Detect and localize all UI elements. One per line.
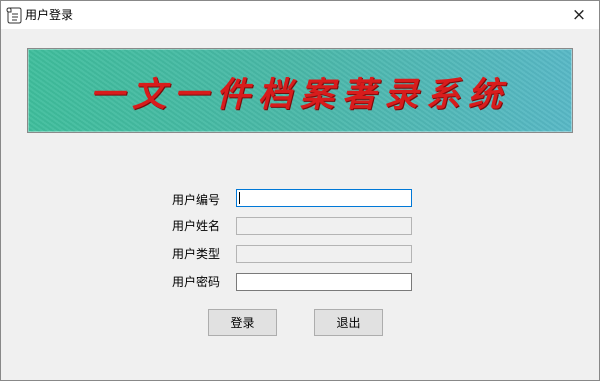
user-name-input[interactable] (236, 217, 412, 235)
system-banner: 一文一件档案著录系统 (27, 48, 573, 133)
scroll-icon (6, 6, 22, 24)
password-label: 用户密码 (172, 275, 221, 289)
password-input[interactable] (236, 273, 412, 291)
user-name-label: 用户姓名 (172, 219, 221, 233)
user-id-input[interactable] (236, 189, 412, 207)
window-title: 用户登录 (25, 8, 74, 22)
banner-title: 一文一件档案著录系统 (90, 75, 510, 115)
exit-button[interactable]: 退出 (314, 309, 383, 336)
login-button[interactable]: 登录 (208, 309, 277, 336)
title-bar: 用户登录 × (1, 1, 599, 29)
user-id-label: 用户编号 (172, 193, 221, 207)
text-caret (239, 192, 240, 204)
login-window: 用户登录 × 一文一件档案著录系统 用户编号 用户姓名 用户类型 用户密码 登录… (0, 0, 600, 381)
user-type-label: 用户类型 (172, 247, 221, 261)
user-type-input[interactable] (236, 245, 412, 263)
close-button[interactable]: × (559, 1, 599, 29)
close-icon: × (571, 5, 587, 25)
